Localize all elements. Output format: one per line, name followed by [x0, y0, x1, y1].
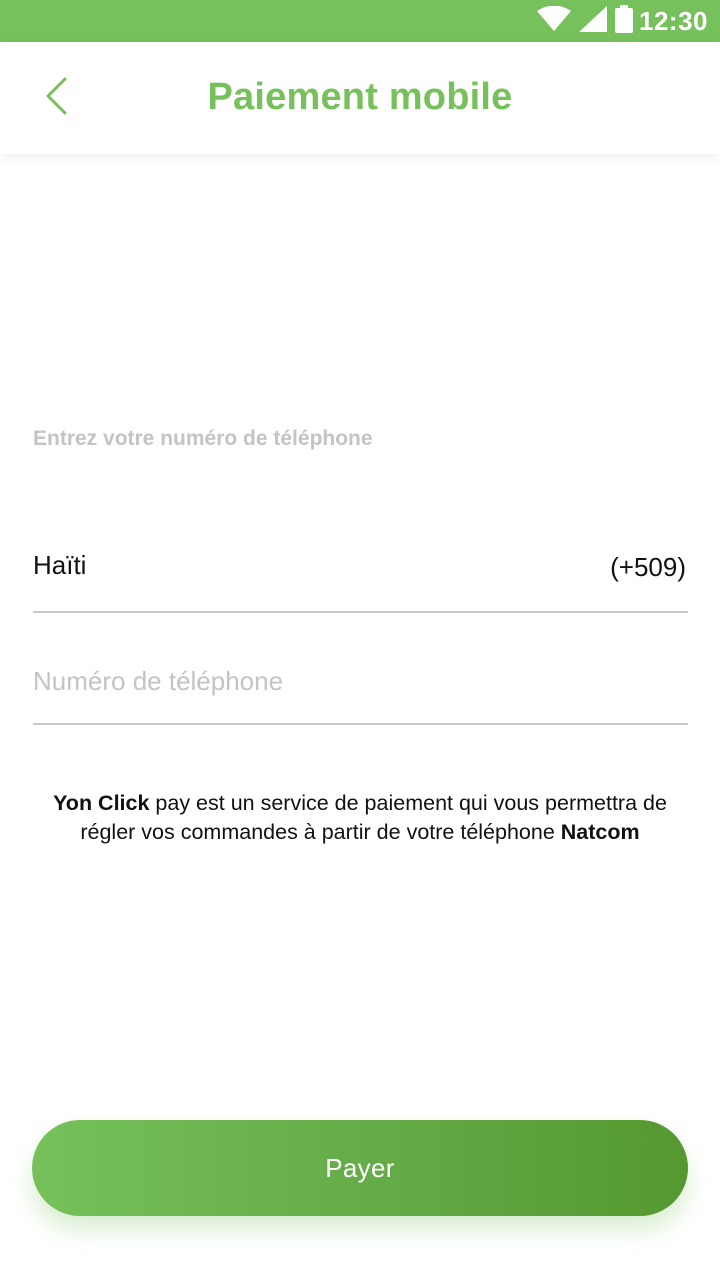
service-info-text: Yon Click pay est un service de paiement… — [30, 789, 690, 847]
wifi-icon — [537, 5, 571, 37]
signal-icon — [579, 5, 607, 37]
app-bar: Paiement mobile — [0, 42, 720, 154]
country-name: Haïti — [33, 550, 87, 580]
phone-field — [33, 643, 688, 725]
page-title: Paiement mobile — [207, 76, 513, 118]
brand-name: Yon Click — [53, 791, 150, 815]
battery-icon — [615, 4, 633, 38]
phone-number-input[interactable] — [33, 661, 688, 701]
phone-section-label: Entrez votre numéro de téléphone — [33, 427, 373, 450]
country-selector[interactable]: Haïti (+509) — [33, 530, 688, 613]
operator-name: Natcom — [560, 820, 640, 844]
country-dial-code: (+509) — [610, 552, 686, 582]
payment-screen: 12:30 Paiement mobile Entrez votre numér… — [0, 0, 720, 1280]
status-time: 12:30 — [639, 5, 708, 36]
pay-button[interactable]: Payer — [32, 1120, 688, 1216]
status-icons — [537, 4, 633, 38]
status-bar: 12:30 — [0, 0, 720, 42]
pay-button-label: Payer — [325, 1152, 395, 1183]
